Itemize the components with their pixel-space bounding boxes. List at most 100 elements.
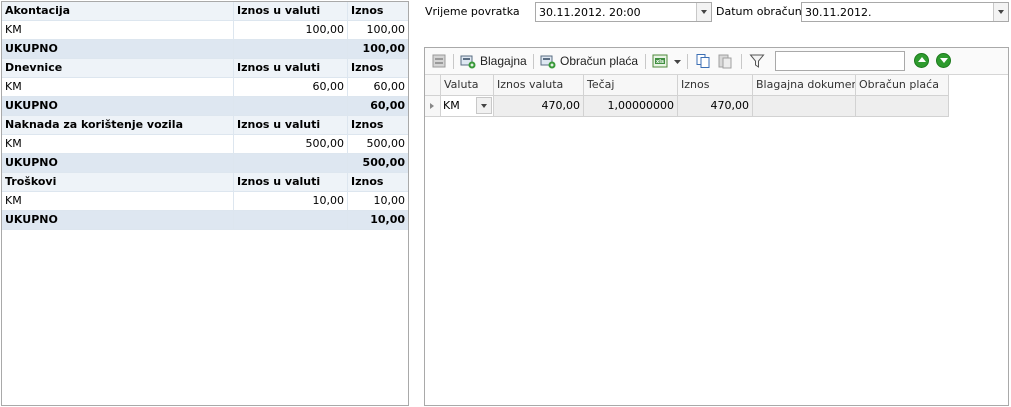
amount-in-currency: 10,00	[234, 192, 348, 210]
copy-button[interactable]	[695, 52, 711, 70]
total-label: UKUPNO	[2, 97, 234, 115]
column-header-iznos: Iznos	[351, 175, 384, 188]
obracun-placa-label: Obračun plaća	[560, 54, 639, 68]
blagajna-label: Blagajna	[480, 54, 527, 68]
grid-search-input[interactable]	[775, 51, 905, 71]
section-header-dnevnice: Dnevnice Iznos u valuti Iznos	[2, 59, 408, 78]
cell-iznos-valuta[interactable]: 470,00	[494, 96, 584, 117]
cell-blagajna-dokument[interactable]	[753, 96, 856, 117]
column-header-iznos[interactable]: Iznos	[678, 75, 753, 96]
column-header-blagajna-dokument[interactable]: Blagajna dokument	[753, 75, 856, 96]
total-amount: 100,00	[362, 42, 405, 55]
currency-label: KM	[2, 192, 234, 210]
section-title: Troškovi	[2, 173, 234, 191]
obracun-placa-icon	[540, 55, 556, 69]
amount: 10,00	[373, 194, 406, 207]
blagajna-button[interactable]: Blagajna	[460, 52, 527, 70]
excel-export-button[interactable]: xls	[652, 52, 681, 70]
amount-in-currency: 500,00	[234, 135, 348, 153]
summary-total-row: UKUPNO 500,00	[2, 154, 408, 173]
total-label: UKUPNO	[2, 40, 234, 58]
column-header-obracun-placa[interactable]: Obračun plaća	[856, 75, 949, 96]
amount: 500,00	[366, 137, 406, 150]
vrijeme-povratka-value: 30.11.2012. 20:00	[539, 6, 641, 19]
currency-label: KM	[2, 135, 234, 153]
section-header-naknada-vozila: Naknada za korištenje vozila Iznos u val…	[2, 116, 408, 135]
total-amount: 60,00	[370, 99, 405, 112]
total-amount: 500,00	[362, 156, 405, 169]
column-header-iznos: Iznos	[351, 61, 384, 74]
move-down-icon[interactable]	[936, 53, 951, 68]
valuta-value: KM	[443, 99, 460, 112]
vrijeme-povratka-field[interactable]: 30.11.2012. 20:00	[535, 2, 712, 22]
datum-obracuna-dropdown-button[interactable]	[993, 3, 1008, 21]
cell-iznos[interactable]: 470,00	[678, 96, 753, 117]
paste-button[interactable]	[717, 52, 733, 70]
column-header-iznos-u-valuti: Iznos u valuti	[234, 173, 348, 191]
column-header-iznos: Iznos	[351, 4, 384, 17]
toolbar-separator	[645, 54, 646, 69]
section-header-akontacija: Akontacija Iznos u valuti Iznos	[2, 2, 408, 21]
section-header-troskovi: Troškovi Iznos u valuti Iznos	[2, 173, 408, 192]
grid-row[interactable]: KM 470,00 1,00000000 470,00	[425, 96, 949, 117]
obracun-placa-button[interactable]: Obračun plaća	[540, 52, 638, 70]
filter-button[interactable]	[749, 52, 765, 70]
excel-export-icon: xls	[652, 54, 668, 68]
form-icon	[432, 54, 446, 68]
datum-obracuna-field[interactable]: 30.11.2012.	[801, 2, 1009, 22]
column-header-iznos: Iznos	[351, 118, 384, 131]
column-header-tecaj[interactable]: Tečaj	[584, 75, 678, 96]
valuta-cell-editor[interactable]: KM	[441, 96, 494, 117]
column-header-iznos-valuta[interactable]: Iznos valuta	[494, 75, 584, 96]
datum-obracuna-value: 30.11.2012.	[805, 6, 872, 19]
grid-toolbar: Blagajna Obračun plaća xls	[425, 48, 1008, 75]
form-button[interactable]	[431, 52, 447, 70]
section-title: Dnevnice	[2, 59, 234, 77]
row-indicator-header	[425, 75, 441, 96]
column-header-iznos-u-valuti: Iznos u valuti	[234, 2, 348, 20]
vrijeme-povratka-dropdown-button[interactable]	[696, 3, 711, 21]
summary-item-row: KM 10,00 10,00	[2, 192, 408, 211]
section-title: Akontacija	[2, 2, 234, 20]
cell-tecaj[interactable]: 1,00000000	[584, 96, 678, 117]
currency-label: KM	[2, 78, 234, 96]
summary-total-row: UKUPNO 100,00	[2, 40, 408, 59]
column-header-iznos-u-valuti: Iznos u valuti	[234, 59, 348, 77]
total-empty-cell	[234, 154, 348, 172]
total-label: UKUPNO	[2, 154, 234, 172]
section-title: Naknada za korištenje vozila	[2, 116, 234, 134]
summary-panel: Akontacija Iznos u valuti Iznos KM 100,0…	[1, 1, 409, 406]
summary-total-row: UKUPNO 10,00	[2, 211, 408, 230]
toolbar-separator	[453, 54, 454, 69]
total-label: UKUPNO	[2, 211, 234, 229]
summary-item-row: KM 100,00 100,00	[2, 21, 408, 40]
move-up-icon[interactable]	[914, 53, 929, 68]
total-empty-cell	[234, 211, 348, 229]
amount: 60,00	[373, 80, 406, 93]
paste-icon	[718, 54, 732, 69]
filter-icon	[749, 54, 765, 68]
toolbar-separator	[533, 54, 534, 69]
grid-header-row: Valuta Iznos valuta Tečaj Iznos Blagajna…	[425, 75, 949, 96]
toolbar-separator	[741, 54, 742, 69]
amount-in-currency: 60,00	[234, 78, 348, 96]
chevron-down-icon[interactable]	[674, 53, 681, 69]
column-header-valuta[interactable]: Valuta	[441, 75, 494, 96]
svg-text:xls: xls	[656, 59, 664, 65]
cell-obracun-placa[interactable]	[856, 96, 949, 117]
total-empty-cell	[234, 40, 348, 58]
vrijeme-povratka-label: Vrijeme povratka	[425, 5, 520, 18]
valuta-dropdown-button[interactable]	[476, 97, 492, 114]
summary-item-row: KM 60,00 60,00	[2, 78, 408, 97]
blagajna-icon	[460, 55, 476, 69]
amount: 100,00	[366, 23, 406, 36]
payment-grid-panel: Blagajna Obračun plaća xls Valuta Iznos …	[424, 47, 1009, 406]
column-header-iznos-u-valuti: Iznos u valuti	[234, 116, 348, 134]
total-amount: 10,00	[370, 213, 405, 226]
copy-icon	[696, 54, 710, 68]
toolbar-separator	[687, 54, 688, 69]
summary-total-row: UKUPNO 60,00	[2, 97, 408, 116]
currency-label: KM	[2, 21, 234, 39]
row-indicator	[425, 96, 441, 117]
amount-in-currency: 100,00	[234, 21, 348, 39]
